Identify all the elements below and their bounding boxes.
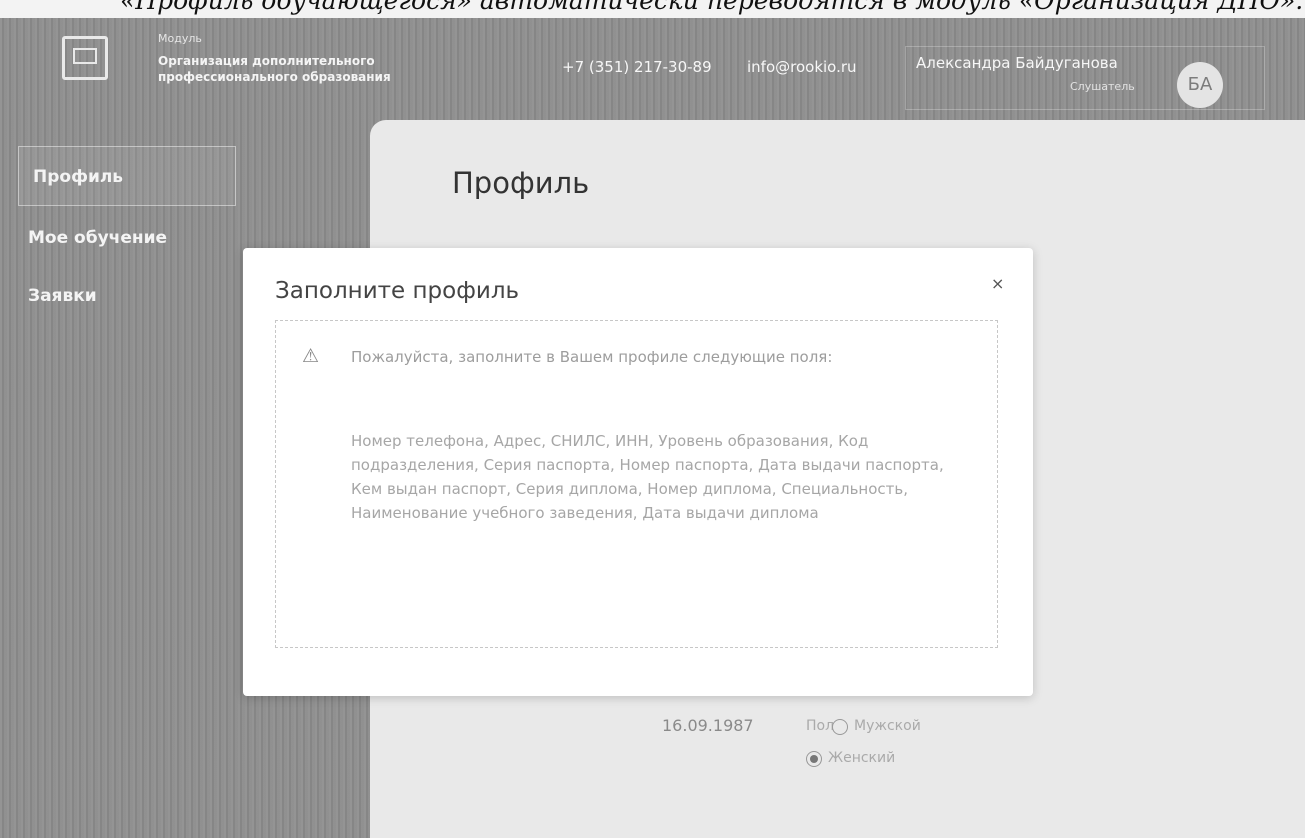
phone-link[interactable]: +7 (351) 217-30-89 [562, 58, 712, 76]
app-header: Модуль Организация дополнительного профе… [0, 18, 1305, 118]
gender-female-label: Женский [828, 750, 896, 766]
alert-message: Пожалуйста, заполните в Вашем профиле сл… [351, 348, 833, 366]
user-name[interactable]: Александра Байдуганова [916, 54, 1118, 72]
gender-female-radio[interactable] [806, 751, 822, 767]
sidebar-item-applications[interactable]: Заявки [28, 286, 97, 306]
birth-date-field[interactable]: 16.09.1987 [662, 716, 754, 735]
avatar[interactable]: БА [1177, 62, 1223, 108]
sidebar-item-my-learning[interactable]: Мое обучение [28, 228, 167, 248]
email-link[interactable]: info@rookio.ru [747, 58, 857, 76]
gender-male-label: Мужской [854, 718, 921, 734]
required-fields-list: Номер телефона, Адрес, СНИЛС, ИНН, Урове… [351, 432, 944, 522]
warning-alert: ⚠ Пожалуйста, заполните в Вашем профиле … [275, 320, 998, 648]
page-title: Профиль [452, 166, 590, 200]
sidebar-item-profile[interactable]: Профиль [18, 146, 236, 206]
module-title: Организация дополнительного профессионал… [158, 54, 391, 84]
gender-male-radio[interactable] [832, 719, 848, 735]
profile-completion-modal: Заполните профиль × ⚠ Пожалуйста, заполн… [243, 248, 1033, 696]
module-label: Модуль [158, 32, 202, 45]
modal-title: Заполните профиль [275, 278, 520, 304]
close-icon[interactable]: × [991, 274, 1004, 293]
user-role: Слушатель [1070, 80, 1135, 93]
gender-label: Пол [806, 718, 835, 734]
document-caption: «Профиль обучающегося» автоматически пер… [120, 0, 1304, 15]
module-logo-icon[interactable] [62, 36, 108, 80]
warning-icon: ⚠ [302, 345, 320, 367]
